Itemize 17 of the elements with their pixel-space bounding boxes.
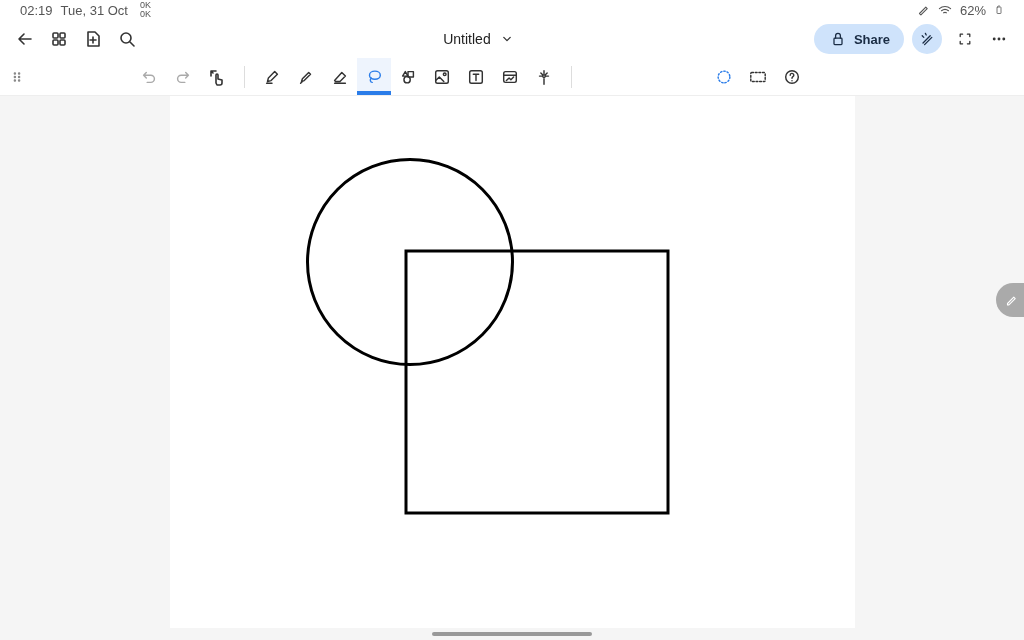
pen-sparkle-icon [919,31,935,47]
help-icon [783,67,801,86]
document-title[interactable]: Untitled [439,27,519,51]
date: Tue, 31 Oct [60,2,128,18]
clock: 02:19 [20,2,53,18]
fullscreen-icon [957,31,973,47]
battery-icon [994,4,1004,16]
share-button[interactable]: Share [813,24,904,54]
network-speed: 0K [140,1,151,10]
battery-level: 62% [959,2,986,18]
network-speed: 0K [140,10,151,19]
search-icon [117,29,137,49]
image-icon [433,67,451,86]
grid-icon [49,29,69,49]
text-box-icon [467,67,485,86]
dotted-circle-icon [715,67,733,86]
pen-settings-button[interactable] [912,24,942,54]
